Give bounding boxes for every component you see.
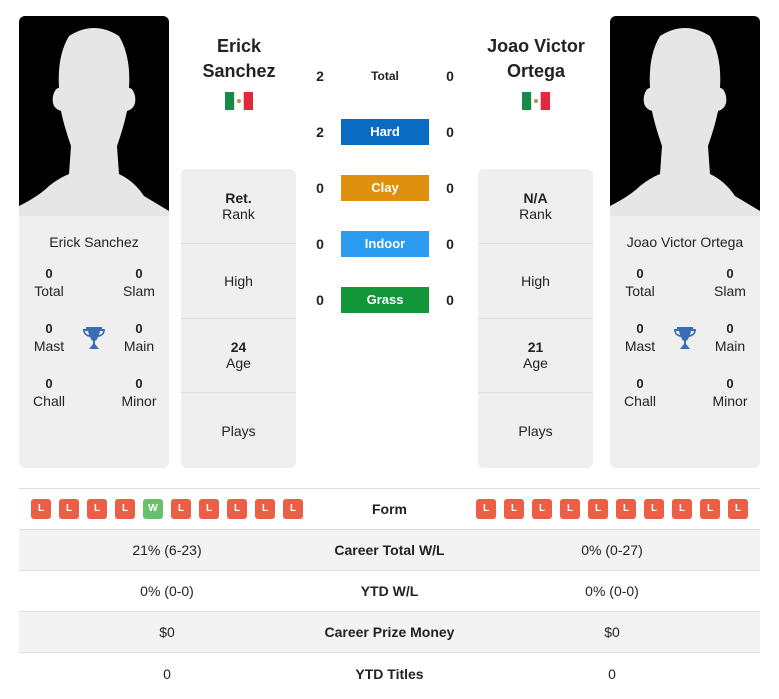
player2-name-link-2[interactable]: Ortega <box>466 59 606 84</box>
grass-badge: Grass <box>341 287 429 313</box>
form-loss-badge[interactable]: L <box>616 499 636 519</box>
player2-plays: Plays <box>518 422 553 439</box>
form-loss-badge[interactable]: L <box>588 499 608 519</box>
player1-titles-main: 0 Main <box>123 321 155 354</box>
form-loss-badge[interactable]: L <box>504 499 524 519</box>
h2h-total: 2 Total 0 <box>316 68 454 84</box>
player2-ytd-titles: 0 <box>608 665 616 682</box>
player2-ytd-wl: 0% (0-0) <box>585 583 639 599</box>
form-loss-badge[interactable]: L <box>644 499 664 519</box>
player1-high: High <box>181 244 296 319</box>
player1-full-name: Erick Sanchez <box>49 234 139 250</box>
player1-photo <box>19 16 169 216</box>
player1-age: 24 Age <box>181 319 296 394</box>
form-loss-badge[interactable]: L <box>227 499 247 519</box>
player1-titles-total: 0 Total <box>34 266 64 299</box>
stats-table: LLLLWLLLLL Form LLLLLLLLLL 21% (6-23) Ca… <box>19 488 760 694</box>
h2h-clay: 0 Clay 0 <box>300 175 470 201</box>
player2-photo <box>610 16 760 216</box>
player1-form: LLLLWLLLLL <box>19 499 315 519</box>
career-wl-label: Career Total W/L <box>334 542 445 558</box>
player1-titles-slam: 0 Slam <box>123 266 155 299</box>
player1-rank: Ret. Rank <box>181 169 296 244</box>
form-loss-badge[interactable]: L <box>115 499 135 519</box>
form-loss-badge[interactable]: L <box>59 499 79 519</box>
hard-badge: Hard <box>341 119 429 145</box>
ytd-titles-row: 0 YTD Titles 0 <box>19 653 760 694</box>
player1-prize: $0 <box>159 624 175 640</box>
form-loss-badge[interactable]: L <box>87 499 107 519</box>
player2-titles-chall: 0 Chall <box>624 376 656 409</box>
h2h-grass: 0 Grass 0 <box>300 287 470 313</box>
player1-name: Erick Sanchez <box>169 34 309 117</box>
h2h-indoor: 0 Indoor 0 <box>300 231 470 257</box>
player2-name: Joao Victor Ortega <box>466 34 606 117</box>
form-loss-badge[interactable]: L <box>728 499 748 519</box>
ytd-wl-row: 0% (0-0) YTD W/L 0% (0-0) <box>19 571 760 612</box>
player1-ytd-wl: 0% (0-0) <box>140 583 194 599</box>
player2-prize: $0 <box>604 624 620 640</box>
career-wl-row: 21% (6-23) Career Total W/L 0% (0-27) <box>19 530 760 571</box>
player2-info-card: N/A Rank High 21 Age Plays <box>478 169 593 468</box>
player1-info-card: Ret. Rank High 24 Age Plays <box>181 169 296 468</box>
player2-career-wl: 0% (0-27) <box>581 542 643 558</box>
player1-name-link-2[interactable]: Sanchez <box>169 59 309 84</box>
form-label: Form <box>372 501 407 517</box>
h2h-hard: 2 Hard 0 <box>300 119 470 145</box>
player2-titles: 0 Total 0 Slam 0 Mast 0 Main 0 Chall 0 Minor <box>610 266 760 409</box>
player2-titles-slam: 0 Slam <box>714 266 746 299</box>
player1-titles-chall: 0 Chall <box>33 376 65 409</box>
player1-titles-minor: 0 Minor <box>121 376 157 409</box>
player2-form: LLLLLLLLLL <box>464 499 760 519</box>
silhouette-icon <box>610 28 760 216</box>
form-loss-badge[interactable]: L <box>700 499 720 519</box>
form-loss-badge[interactable]: L <box>255 499 275 519</box>
player2-full-name: Joao Victor Ortega <box>626 234 744 250</box>
indoor-badge: Indoor <box>341 231 429 257</box>
player2-name-link[interactable]: Joao Victor <box>466 34 606 59</box>
mexico-flag-icon <box>522 92 550 110</box>
ytd-wl-label: YTD W/L <box>360 583 419 599</box>
form-loss-badge[interactable]: L <box>476 499 496 519</box>
form-win-badge[interactable]: W <box>143 499 163 519</box>
ytd-titles-label: YTD Titles <box>355 665 424 682</box>
player1-ytd-titles: 0 <box>163 665 171 682</box>
mexico-flag-icon <box>225 92 253 110</box>
player2-titles-total: 0 Total <box>625 266 655 299</box>
form-row: LLLLWLLLLL Form LLLLLLLLLL <box>19 489 760 530</box>
player1-card: Erick Sanchez 0 Total 0 Slam 0 Mast 0 Main 0… <box>19 16 169 468</box>
player2-high: High <box>478 244 593 319</box>
form-loss-badge[interactable]: L <box>672 499 692 519</box>
form-loss-badge[interactable]: L <box>31 499 51 519</box>
form-loss-badge[interactable]: L <box>171 499 191 519</box>
clay-badge: Clay <box>341 175 429 201</box>
form-loss-badge[interactable]: L <box>283 499 303 519</box>
player1-name-link[interactable]: Erick <box>169 34 309 59</box>
prize-label: Career Prize Money <box>324 624 455 640</box>
trophy-icon <box>79 321 109 354</box>
trophy-icon <box>670 321 700 354</box>
player1-plays: Plays <box>221 422 256 439</box>
prize-row: $0 Career Prize Money $0 <box>19 612 760 653</box>
player2-titles-minor: 0 Minor <box>712 376 748 409</box>
form-loss-badge[interactable]: L <box>199 499 219 519</box>
player1-titles-mast: 0 Mast <box>33 321 65 354</box>
player1-titles: 0 Total 0 Slam 0 Mast 0 Main 0 Chall 0 Minor <box>19 266 169 409</box>
player2-card: Joao Victor Ortega 0 Total 0 Slam 0 Mast 0M… <box>610 16 760 468</box>
player1-career-wl: 21% (6-23) <box>132 542 202 558</box>
silhouette-icon <box>19 28 169 216</box>
player2-age: 21 Age <box>478 319 593 394</box>
form-loss-badge[interactable]: L <box>560 499 580 519</box>
player2-titles-mast: 0 Mast <box>624 321 656 354</box>
form-loss-badge[interactable]: L <box>532 499 552 519</box>
player2-titles-main: 0 Main <box>714 321 746 354</box>
player2-rank: N/A Rank <box>478 169 593 244</box>
